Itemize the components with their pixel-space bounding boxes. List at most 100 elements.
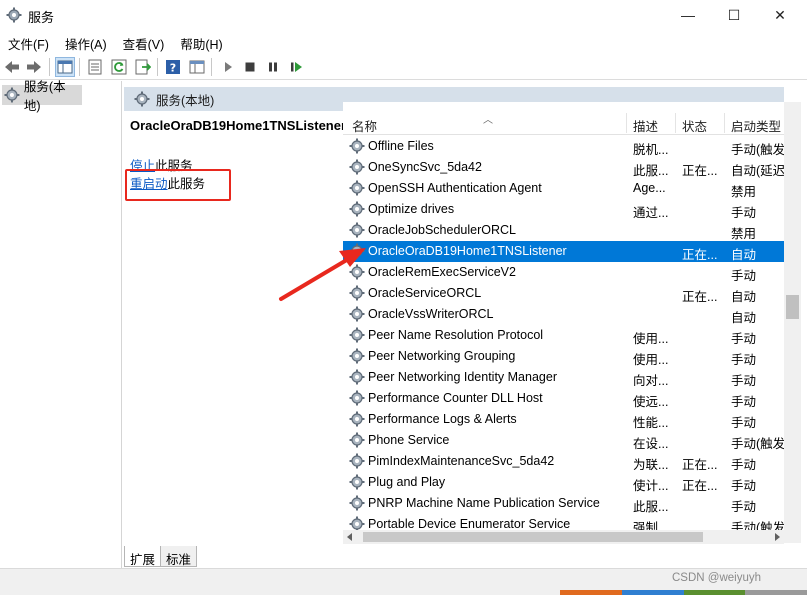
service-description: 此服... <box>633 500 669 514</box>
service-name: OneSyncSvc_5da42 <box>368 160 482 174</box>
vertical-scroll-thumb[interactable] <box>786 295 799 319</box>
service-row[interactable]: Peer Networking Identity Manager 向对... 手动 <box>343 367 784 388</box>
service-startup-type: 手动 <box>731 206 757 220</box>
menu-help[interactable]: 帮助(H) <box>172 31 230 53</box>
stop-service-icon[interactable] <box>240 57 260 77</box>
toolbar-separator <box>79 58 80 76</box>
service-row[interactable]: Optimize drives 通过... 手动 <box>343 199 784 220</box>
start-service-icon[interactable] <box>218 57 238 77</box>
service-startup-type: 手动 <box>731 479 757 493</box>
service-row[interactable]: Offline Files 脱机... 手动(触发 <box>343 136 784 157</box>
service-gear-icon <box>349 516 365 530</box>
service-row[interactable]: Performance Logs & Alerts 性能... 手动 <box>343 409 784 430</box>
service-row[interactable]: OracleRemExecServiceV2 手动 <box>343 262 784 283</box>
service-gear-icon <box>349 432 365 448</box>
service-name: Peer Networking Grouping <box>368 349 516 363</box>
services-gear-icon <box>134 91 150 107</box>
service-gear-icon <box>349 264 365 280</box>
service-name: Peer Networking Identity Manager <box>368 370 557 384</box>
service-row[interactable]: Peer Networking Grouping 使用... 手动 <box>343 346 784 367</box>
service-description: 使计... <box>633 479 669 493</box>
service-row[interactable]: OracleJobSchedulerORCL 禁用 <box>343 220 784 241</box>
service-row[interactable]: Plug and Play 使计... 正在... 手动 <box>343 472 784 493</box>
service-row[interactable]: OneSyncSvc_5da42 此服... 正在... 自动(延迟 <box>343 157 784 178</box>
tab-standard[interactable]: 标准 <box>161 546 198 567</box>
scroll-right-icon[interactable] <box>773 533 781 541</box>
taskbar-strip <box>560 590 807 595</box>
service-startup-type: 手动 <box>731 395 757 409</box>
service-name: Portable Device Enumerator Service <box>368 517 571 530</box>
service-startup-type: 手动 <box>731 353 757 367</box>
help-icon[interactable]: ? <box>163 57 183 77</box>
tree-item-label: 服务(本地) <box>23 80 66 113</box>
scroll-left-icon[interactable] <box>346 533 354 541</box>
horizontal-scroll-thumb[interactable] <box>363 532 703 542</box>
service-gear-icon <box>349 348 365 364</box>
service-gear-icon <box>349 222 365 238</box>
column-desc-header[interactable]: 描述 <box>633 116 658 135</box>
service-name: Performance Counter DLL Host <box>368 391 543 405</box>
service-row[interactable]: PimIndexMaintenanceSvc_5da42 为联... 正在... 手动 <box>343 451 784 472</box>
service-startup-type: 禁用 <box>731 227 757 241</box>
service-row[interactable]: Peer Name Resolution Protocol 使用... 手动 <box>343 325 784 346</box>
service-row[interactable]: Portable Device Enumerator Service 强制... 手… <box>343 514 784 530</box>
column-divider[interactable] <box>724 113 725 133</box>
column-status-header[interactable]: 状态 <box>682 116 707 135</box>
service-name: Phone Service <box>368 433 450 447</box>
service-name: OracleVssWriterORCL <box>368 307 494 321</box>
service-startup-type: 手动 <box>731 500 757 514</box>
column-name-header[interactable]: 名称 <box>352 116 377 135</box>
service-name: OracleServiceORCL <box>368 286 482 300</box>
column-divider[interactable] <box>675 113 676 133</box>
show-hide-tree-icon[interactable] <box>55 57 75 77</box>
service-row[interactable]: OracleServiceORCL 正在... 自动 <box>343 283 784 304</box>
service-gear-icon <box>349 138 365 154</box>
export-list-icon[interactable] <box>133 57 153 77</box>
service-description: Age... <box>633 181 666 195</box>
service-description: 使用... <box>633 353 669 367</box>
close-button[interactable]: ✕ <box>757 0 803 30</box>
toolbar: ? <box>0 54 807 80</box>
forward-icon[interactable] <box>24 57 44 77</box>
service-gear-icon <box>349 201 365 217</box>
vertical-scrollbar[interactable] <box>784 102 801 543</box>
pane-header-label: 服务(本地) <box>156 93 215 108</box>
view-icon[interactable] <box>187 57 207 77</box>
resume-service-icon[interactable] <box>286 57 306 77</box>
pause-service-icon[interactable] <box>263 57 283 77</box>
service-gear-icon <box>349 474 365 490</box>
watermark: CSDN @weiyuyh <box>672 572 762 584</box>
service-row[interactable]: OracleVssWriterORCL 自动 <box>343 304 784 325</box>
toolbar-separator <box>211 58 212 76</box>
column-startup-header[interactable]: 启动类型 <box>731 116 781 135</box>
service-startup-type: 手动(触发 <box>731 437 784 451</box>
tab-extended[interactable]: 扩展 <box>124 546 162 567</box>
horizontal-scrollbar[interactable] <box>343 530 784 544</box>
service-name: OracleRemExecServiceV2 <box>368 265 516 279</box>
service-startup-type: 手动 <box>731 374 757 388</box>
taskbar-segment <box>621 590 684 595</box>
menu-file[interactable]: 文件(F) <box>0 31 57 53</box>
service-startup-type: 手动 <box>731 332 757 346</box>
service-row[interactable]: Phone Service 在设... 手动(触发 <box>343 430 784 451</box>
back-icon[interactable] <box>2 57 22 77</box>
tree-item-services-local[interactable]: 服务(本地) <box>2 80 82 113</box>
console-tree: 服务(本地) <box>0 80 122 568</box>
properties-icon[interactable] <box>85 57 105 77</box>
column-divider[interactable] <box>626 113 627 133</box>
menu-view[interactable]: 查看(V) <box>115 31 173 53</box>
service-name: OracleOraDB19Home1TNSListener <box>368 244 567 258</box>
sort-ascending-icon: ︿ <box>483 115 493 126</box>
service-gear-icon <box>349 159 365 175</box>
svg-text:?: ? <box>170 62 176 75</box>
service-row[interactable]: OpenSSH Authentication Agent Age... 禁用 <box>343 178 784 199</box>
menu-action[interactable]: 操作(A) <box>57 31 115 53</box>
service-status: 正在... <box>682 458 718 472</box>
service-row-selected[interactable]: OracleOraDB19Home1TNSListener 正在... 自动 <box>343 241 784 262</box>
minimize-button[interactable]: — <box>665 0 711 30</box>
service-row[interactable]: PNRP Machine Name Publication Service 此服.… <box>343 493 784 514</box>
refresh-icon[interactable] <box>109 57 129 77</box>
service-name: PNRP Machine Name Publication Service <box>368 496 600 510</box>
maximize-button[interactable]: ☐ <box>711 0 757 30</box>
service-row[interactable]: Performance Counter DLL Host 使远... 手动 <box>343 388 784 409</box>
